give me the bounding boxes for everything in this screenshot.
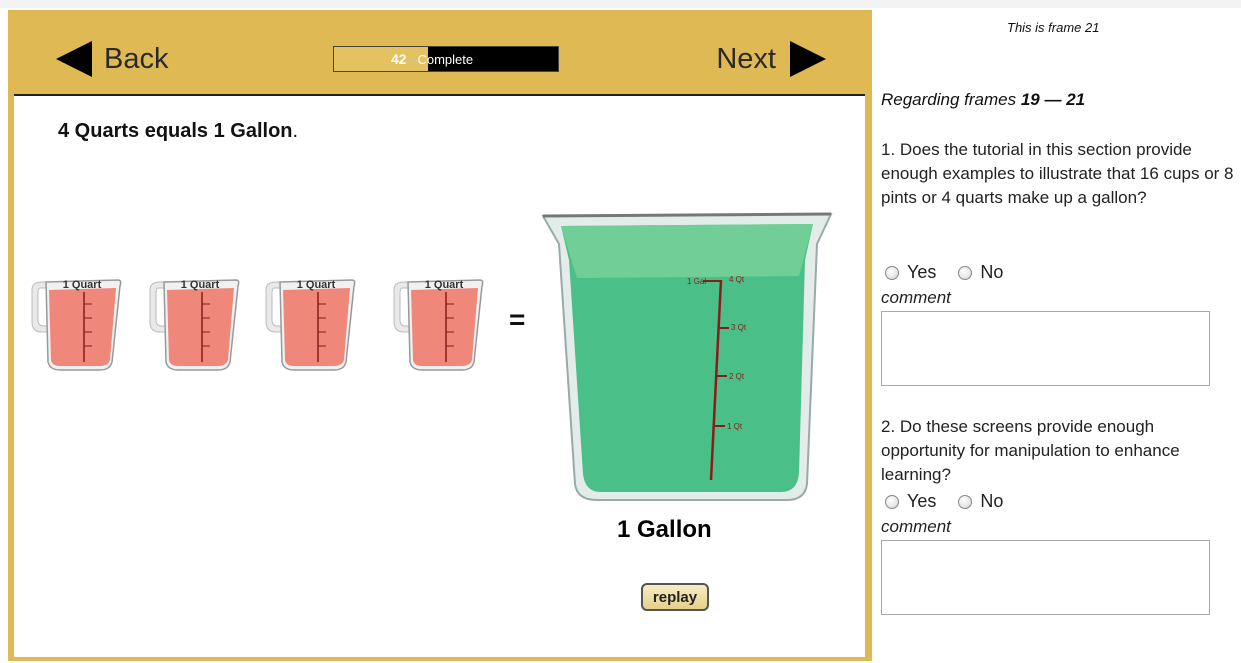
q2-yes-radio[interactable] — [885, 494, 899, 509]
question-2-options: Yes No — [885, 491, 1025, 512]
cup-label: 1 Quart — [63, 279, 102, 291]
next-arrow-icon — [790, 41, 826, 77]
survey-panel: This is frame 21 Regarding frames 19 — 2… — [881, 0, 1241, 663]
q2-comment-field[interactable] — [881, 540, 1210, 615]
progress-percent: 42 — [391, 51, 407, 67]
gallon-label: 1 Gallon — [617, 516, 712, 543]
question-1-options: Yes No — [885, 262, 1025, 283]
back-button[interactable]: Back — [56, 41, 168, 77]
progress-suffix: Complete — [417, 52, 474, 67]
bucket-mark-4qt: 4 Qt — [729, 275, 745, 284]
progress-text: 42% Complete — [391, 51, 473, 67]
progress-bar: 42% Complete — [333, 46, 559, 72]
back-label: Back — [104, 42, 169, 75]
headline-bold: 4 Quarts equals 1 Gallon — [58, 120, 293, 142]
q1-yes-label: Yes — [907, 262, 937, 282]
q2-yes-label: Yes — [907, 491, 937, 511]
q1-comment-field[interactable] — [881, 311, 1210, 386]
regarding-heading: Regarding frames 19 — 21 — [881, 90, 1085, 110]
tutorial-header: Back 42% Complete Next — [8, 10, 872, 94]
regarding-prefix: Regarding frames — [881, 90, 1021, 109]
headline: 4 Quarts equals 1 Gallon. — [58, 120, 298, 143]
cup-label: 1 Quart — [181, 279, 220, 291]
bucket-mark-2qt: 2 Qt — [729, 372, 745, 381]
q1-no-radio[interactable] — [958, 265, 973, 280]
headline-tail: . — [292, 120, 299, 142]
q2-no-radio[interactable] — [958, 494, 973, 509]
q1-yes-option[interactable]: Yes — [885, 262, 936, 283]
q1-comment-label: comment — [881, 288, 951, 307]
q2-no-option[interactable]: No — [958, 491, 1003, 512]
cup-label: 1 Quart — [297, 279, 336, 291]
tutorial-content: 4 Quarts equals 1 Gallon. 1 Quart 1 Quar… — [14, 94, 865, 657]
question-1-text: 1. Does the tutorial in this section pro… — [881, 140, 1234, 207]
q1-yes-radio[interactable] — [885, 265, 899, 280]
q2-no-label: No — [980, 491, 1004, 511]
frame-note: This is frame 21 — [1007, 20, 1100, 35]
bucket-mark-1qt: 1 Qt — [727, 422, 743, 431]
equals-sign: = — [509, 304, 526, 335]
tutorial-frame: Back 42% Complete Next 4 Quarts equals 1 … — [8, 10, 872, 661]
next-button[interactable]: Next — [716, 41, 826, 77]
regarding-range: 19 — 21 — [1020, 90, 1086, 109]
replay-button[interactable]: replay — [641, 583, 709, 611]
quart-cup-icon: 1 Quart — [393, 279, 484, 371]
bucket-mark-3qt: 3 Qt — [731, 323, 747, 332]
back-arrow-icon — [56, 41, 92, 77]
quart-cup-icon: 1 Quart — [265, 279, 356, 371]
progress-percent-sign: % — [406, 56, 416, 67]
q2-comment-label: comment — [881, 517, 951, 536]
cup-label: 1 Quart — [425, 279, 464, 291]
question-2-text: 2. Do these screens provide enough oppor… — [881, 417, 1180, 484]
next-label: Next — [716, 42, 776, 75]
q2-yes-option[interactable]: Yes — [885, 491, 936, 512]
gallon-bucket-icon: 1 Gal 4 Qt 3 Qt 2 Qt 1 Qt — [541, 212, 833, 501]
q1-no-option[interactable]: No — [958, 262, 1003, 283]
quart-cup-icon: 1 Quart — [31, 279, 122, 371]
q1-no-label: No — [980, 262, 1004, 282]
quart-cup-icon: 1 Quart — [149, 279, 240, 371]
bucket-mark-1gal: 1 Gal — [687, 277, 706, 286]
